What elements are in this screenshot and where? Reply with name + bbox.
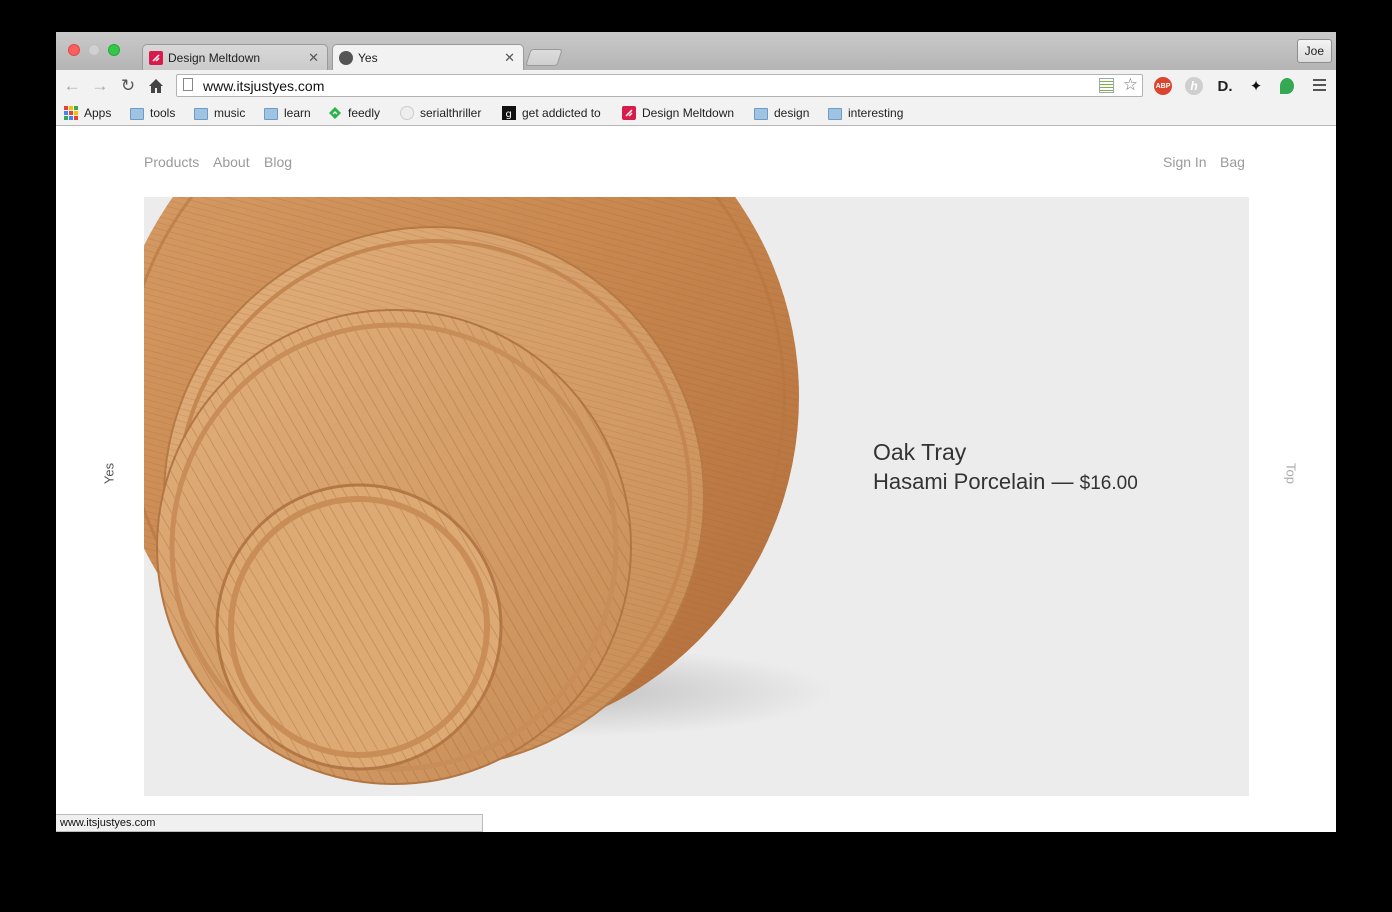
folder-icon	[130, 107, 144, 120]
rss-icon[interactable]	[1099, 78, 1114, 93]
menu-icon[interactable]	[1313, 79, 1326, 94]
close-tab-icon[interactable]: ✕	[308, 50, 319, 66]
close-tab-icon[interactable]: ✕	[504, 50, 515, 66]
product-info: Oak Tray Hasami Porcelain — $16.00	[873, 437, 1138, 499]
tab-title: Design Meltdown	[168, 50, 261, 65]
nav-bag[interactable]: Bag	[1220, 154, 1245, 170]
bookmark-label: Design Meltdown	[642, 106, 735, 120]
bookmark-music[interactable]: music	[194, 106, 245, 120]
folder-icon	[754, 107, 768, 120]
side-label-yes[interactable]: Yes	[102, 459, 117, 489]
product-price: $16.00	[1079, 473, 1138, 494]
price-separator: —	[1051, 469, 1074, 494]
tab-title: Yes	[358, 50, 378, 65]
product-brand: Hasami Porcelain	[873, 469, 1046, 494]
bookmark-design-meltdown[interactable]: Design Meltdown	[622, 106, 734, 120]
bookmark-label: learn	[284, 106, 311, 120]
browser-window: Design Meltdown ✕ Yes ✕ Joe ← → ↻ www.it…	[56, 32, 1336, 832]
tab-design-meltdown[interactable]: Design Meltdown ✕	[142, 44, 328, 70]
minimize-window-button[interactable]	[88, 44, 100, 56]
bookmark-tools[interactable]: tools	[130, 106, 175, 120]
bookmark-get-addicted-to[interactable]: g get addicted to	[502, 106, 601, 120]
bookmark-label: Apps	[84, 106, 112, 120]
browser-toolbar: ← → ↻ www.itsjustyes.com ☆ ABP h D. ✦	[56, 70, 1336, 102]
forward-icon[interactable]: →	[90, 76, 110, 96]
bookmark-label: get addicted to	[522, 106, 601, 120]
nav-sign-in[interactable]: Sign In	[1163, 154, 1207, 170]
status-bar: www.itsjustyes.com	[56, 814, 483, 832]
apps-grid-icon	[64, 106, 78, 120]
tab-yes[interactable]: Yes ✕	[332, 44, 524, 70]
bookmark-interesting[interactable]: interesting	[828, 106, 903, 120]
g-icon: g	[502, 106, 516, 120]
hypothesis-icon[interactable]: h	[1185, 77, 1203, 95]
folder-icon	[194, 107, 208, 120]
product-name: Oak Tray	[873, 439, 967, 465]
zoom-window-button[interactable]	[108, 44, 120, 56]
new-tab-button[interactable]	[525, 49, 563, 66]
evernote-icon[interactable]	[1280, 78, 1294, 94]
serialthriller-icon	[400, 106, 414, 120]
bookmark-serialthriller[interactable]: serialthriller	[400, 106, 481, 120]
bookmark-label: music	[214, 106, 246, 120]
bookmark-star-icon[interactable]: ☆	[1123, 75, 1138, 95]
feedly-icon	[329, 107, 341, 119]
product-brand-price: Hasami Porcelain — $16.00	[873, 467, 1138, 499]
bookmark-label: serialthriller	[420, 106, 482, 120]
design-meltdown-favicon	[149, 50, 163, 65]
tab-strip: Design Meltdown ✕ Yes ✕ Joe	[56, 32, 1336, 70]
bookmark-learn[interactable]: learn	[264, 106, 311, 120]
back-to-top-link[interactable]: Top	[1284, 459, 1299, 489]
product-hero[interactable]: Oak Tray Hasami Porcelain — $16.00	[144, 197, 1249, 796]
nav-products[interactable]: Products	[144, 154, 199, 170]
dashlane-icon[interactable]: D.	[1216, 77, 1234, 95]
bookmark-label: design	[774, 106, 810, 120]
profile-button[interactable]: Joe	[1296, 39, 1332, 63]
bookmark-label: tools	[150, 106, 176, 120]
bookmark-apps[interactable]: Apps	[64, 106, 111, 120]
bookmark-design[interactable]: design	[754, 106, 809, 120]
web-page: Products About Blog Sign In Bag Yes Top	[56, 126, 1336, 832]
design-meltdown-favicon	[622, 106, 636, 120]
svg-text:g: g	[506, 109, 512, 120]
adblock-plus-icon[interactable]: ABP	[1154, 77, 1172, 95]
home-icon[interactable]	[146, 76, 166, 96]
page-icon	[183, 78, 193, 91]
folder-icon	[828, 107, 842, 120]
ninja-icon[interactable]: ✦	[1247, 77, 1265, 95]
close-window-button[interactable]	[68, 44, 80, 56]
address-bar[interactable]: www.itsjustyes.com ☆	[176, 74, 1143, 97]
back-icon[interactable]: ←	[62, 76, 82, 96]
folder-icon	[264, 107, 278, 120]
reload-icon[interactable]: ↻	[118, 76, 138, 96]
bookmarks-bar: Apps tools music learn feedly serialthri…	[56, 102, 1336, 126]
bookmark-label: feedly	[348, 106, 381, 120]
url-text: www.itsjustyes.com	[203, 78, 325, 94]
yes-favicon	[339, 50, 353, 65]
nav-blog[interactable]: Blog	[264, 154, 292, 170]
bookmark-feedly[interactable]: feedly	[328, 106, 380, 120]
nav-about[interactable]: About	[213, 154, 250, 170]
bookmark-label: interesting	[848, 106, 904, 120]
